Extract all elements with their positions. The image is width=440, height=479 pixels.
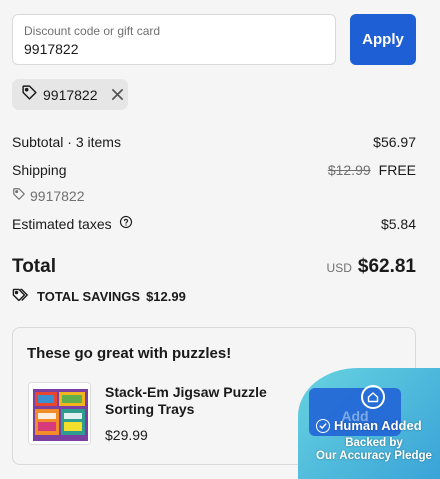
check-circle-icon: [316, 418, 330, 433]
discount-code-value[interactable]: 9917822: [24, 41, 324, 58]
help-circle-icon[interactable]: [119, 215, 133, 233]
subtotal-value: $56.97: [373, 134, 416, 150]
upsell-title: These go great with puzzles!: [27, 345, 232, 362]
product-price: $29.99: [105, 427, 148, 443]
total-row: Total USD $62.81: [12, 256, 416, 278]
discount-code-input[interactable]: Discount code or gift card 9917822: [12, 14, 336, 65]
backed-by-text: Backed by: [345, 437, 403, 449]
discount-code-label: Discount code or gift card: [24, 24, 161, 38]
tag-icon: [12, 187, 26, 204]
taxes-value: $5.84: [380, 216, 416, 232]
subtotal-row: Subtotal · 3 items $56.97: [12, 133, 416, 151]
product-image[interactable]: [28, 382, 91, 445]
home-icon: [361, 385, 385, 409]
currency-code: USD: [326, 261, 352, 275]
shipping-value: FREE: [378, 162, 416, 178]
close-icon[interactable]: [111, 88, 124, 101]
applied-discount-chip: 9917822: [12, 79, 128, 110]
shipping-original-price: $12.99: [327, 162, 371, 178]
shipping-discount-code: 9917822: [12, 187, 85, 204]
savings-value: $12.99: [146, 289, 186, 304]
taxes-row: Estimated taxes $5.84: [12, 215, 416, 233]
discount-row: Discount code or gift card 9917822 Apply: [12, 14, 416, 65]
tag-icon: [21, 84, 38, 106]
total-label: Total: [12, 256, 56, 277]
human-added-text: Human Added: [334, 418, 422, 433]
subtotal-label: Subtotal · 3 items: [12, 134, 121, 150]
savings-label: TOTAL SAVINGS: [37, 289, 141, 304]
total-amount: $62.81: [357, 256, 416, 277]
savings-tag-icon: [12, 287, 30, 306]
pledge-text: Our Accuracy Pledge: [316, 450, 432, 462]
applied-code-text: 9917822: [43, 86, 98, 103]
human-added-label: Human Added: [316, 418, 422, 433]
shipping-code-text: 9917822: [30, 187, 85, 204]
shipping-row: Shipping $12.99 FREE: [12, 161, 416, 179]
accuracy-pledge-text: Backed by Our Accuracy Pledge: [308, 437, 440, 463]
total-savings-row: TOTAL SAVINGS $12.99: [12, 287, 186, 306]
taxes-label: Estimated taxes: [12, 216, 112, 232]
shipping-label: Shipping: [12, 162, 67, 178]
apply-button[interactable]: Apply: [350, 14, 416, 65]
product-name[interactable]: Stack-Em Jigsaw Puzzle Sorting Trays: [105, 384, 275, 418]
